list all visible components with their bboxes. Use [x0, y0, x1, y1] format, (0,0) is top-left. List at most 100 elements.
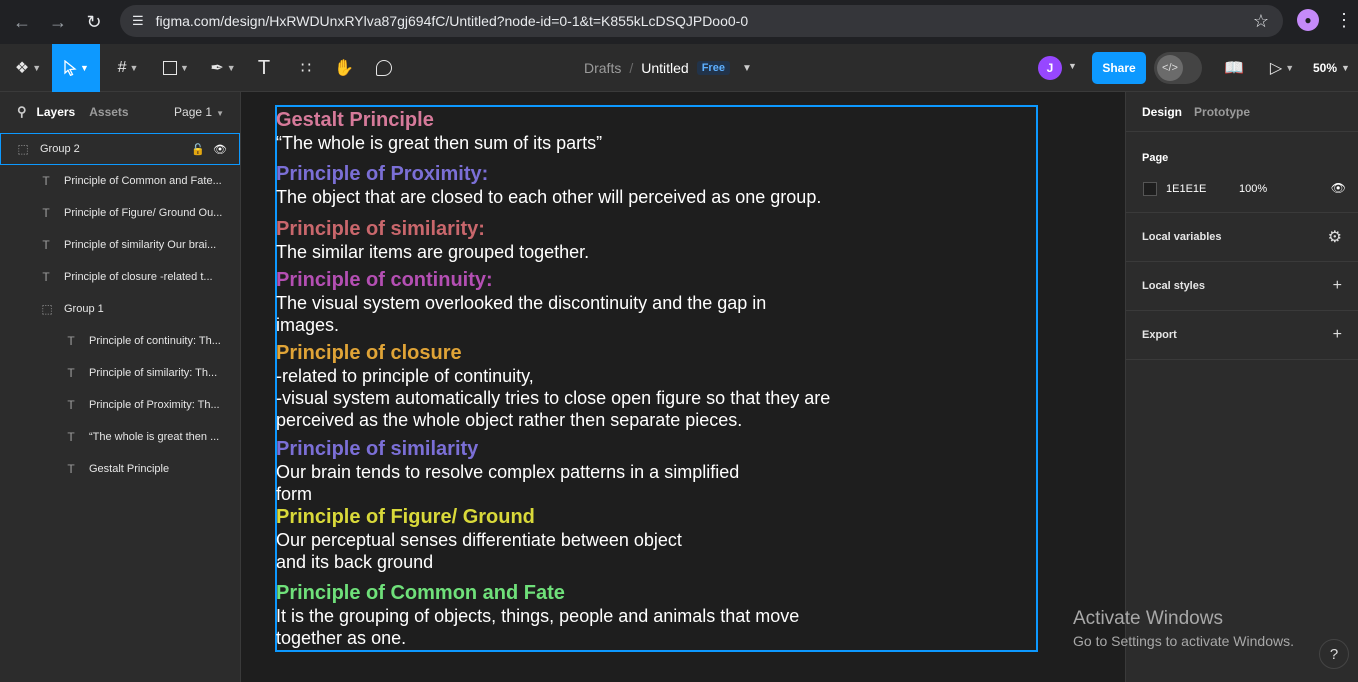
plus-icon[interactable]: +: [1333, 277, 1342, 295]
reload-icon[interactable]: ↻: [76, 4, 112, 40]
dev-mode-toggle[interactable]: </>: [1154, 52, 1202, 84]
cursor-icon: [64, 60, 77, 76]
canvas-text-content[interactable]: Gestalt Principle “The whole is great th…: [276, 108, 830, 649]
layer-row[interactable]: T Principle of Common and Fate...: [0, 165, 240, 197]
layer-row[interactable]: T Gestalt Principle: [0, 453, 240, 485]
browser-profile-avatar[interactable]: ●: [1297, 9, 1319, 31]
main-menu-button[interactable]: ❖ ▼: [8, 44, 48, 92]
layers-panel: ⚲ Layers Assets Page 1 ▼ ⬚ Group 2 🔓 👁 T P…: [0, 92, 241, 682]
pen-tool-button[interactable]: ✒ ▼: [204, 44, 242, 92]
plus-icon[interactable]: +: [1333, 326, 1342, 344]
text-layer-icon: T: [67, 462, 75, 476]
layer-name: “The whole is great then ...: [89, 431, 220, 443]
page-opacity[interactable]: 100%: [1239, 183, 1267, 195]
text-tool-button[interactable]: T: [252, 44, 276, 92]
local-variables-label: Local variables: [1142, 231, 1222, 243]
text-layer-icon: T: [67, 366, 75, 380]
layer-name: Principle of Common and Fate...: [64, 175, 222, 187]
layer-row[interactable]: T Principle of continuity: Th...: [0, 325, 240, 357]
file-title[interactable]: Untitled: [641, 60, 688, 76]
layer-name: Principle of Proximity: Th...: [89, 399, 220, 411]
page-color-swatch[interactable]: [1143, 182, 1157, 196]
tab-assets[interactable]: Assets: [89, 105, 128, 119]
site-settings-icon[interactable]: ☰: [132, 13, 144, 29]
canvas[interactable]: Gestalt Principle “The whole is great th…: [241, 92, 1125, 682]
local-styles-section[interactable]: Local styles +: [1126, 262, 1358, 311]
page-selector[interactable]: Page 1 ▼: [174, 105, 224, 119]
address-bar[interactable]: ☰ figma.com/design/HxRWDUnxRYlva87gj694f…: [120, 5, 1283, 37]
watermark-subtitle: Go to Settings to activate Windows.: [1073, 633, 1294, 649]
block-line: -related to principle of continuity,: [276, 366, 534, 386]
chevron-down-icon: ▼: [1341, 63, 1350, 73]
block-line: The visual system overlooked the discont…: [276, 293, 767, 313]
tab-prototype[interactable]: Prototype: [1194, 105, 1250, 119]
watermark-title: Activate Windows: [1073, 608, 1223, 629]
proximity-block[interactable]: Principle of Proximity: The object that …: [276, 162, 830, 208]
help-button[interactable]: ?: [1319, 639, 1349, 669]
file-menu-chevron-icon[interactable]: ▼: [742, 63, 752, 74]
layer-row[interactable]: ⬚ Group 1: [0, 293, 240, 325]
block-line: together as one.: [276, 628, 407, 648]
figure-ground-block[interactable]: Principle of Figure/ Ground Our perceptu…: [276, 505, 830, 573]
text-layer-icon: T: [42, 206, 50, 220]
layer-row[interactable]: T Principle of similarity: Th...: [0, 357, 240, 389]
browser-bar: ← → ↻ ☰ figma.com/design/HxRWDUnxRYlva87…: [0, 0, 1358, 44]
url-text[interactable]: figma.com/design/HxRWDUnxRYlva87gj694fC/…: [156, 13, 748, 29]
continuity-block[interactable]: Principle of continuity: The visual syst…: [276, 268, 830, 336]
block-heading: Principle of continuity:: [276, 269, 493, 291]
play-icon: ▷: [1269, 60, 1283, 77]
layer-row[interactable]: T Principle of Proximity: Th...: [0, 389, 240, 421]
resources-tool-button[interactable]: ∷: [292, 44, 320, 92]
layer-row[interactable]: T Principle of similarity Our brai...: [0, 229, 240, 261]
adjust-icon[interactable]: ⚙: [1328, 227, 1342, 247]
comment-tool-button[interactable]: [370, 44, 398, 92]
chevron-down-icon: ▼: [216, 109, 224, 118]
tab-layers[interactable]: Layers: [37, 105, 76, 119]
layer-row[interactable]: T “The whole is great then ...: [0, 421, 240, 453]
chevron-down-icon[interactable]: ▼: [1068, 61, 1077, 71]
block-heading: Principle of Proximity:: [276, 163, 489, 185]
zoom-control[interactable]: 50% ▼: [1313, 44, 1350, 92]
eye-icon[interactable]: 👁: [213, 143, 227, 156]
page-color-hex[interactable]: 1E1E1E: [1166, 183, 1206, 195]
block-line: It is the grouping of objects, things, p…: [276, 606, 800, 626]
block-heading: Gestalt Principle: [276, 109, 434, 131]
properties-panel: Design Prototype Page 1E1E1E 100% 👁 Loca…: [1125, 92, 1358, 682]
common-fate-block[interactable]: Principle of Common and Fate It is the g…: [276, 581, 830, 649]
forward-arrow-icon[interactable]: →: [40, 4, 76, 40]
layer-row[interactable]: T Principle of closure -related t...: [0, 261, 240, 293]
browser-menu-icon[interactable]: ⋮: [1335, 10, 1353, 30]
hand-tool-button[interactable]: ✋: [330, 44, 358, 92]
back-arrow-icon[interactable]: ←: [4, 4, 40, 40]
layer-row[interactable]: ⬚ Group 2 🔓 👁: [0, 133, 240, 165]
chevron-down-icon: ▼: [1285, 63, 1295, 73]
activate-windows-watermark: Activate Windows Go to Settings to activ…: [1073, 608, 1294, 649]
zoom-level[interactable]: 50%: [1313, 61, 1337, 75]
group-icon: ⬚: [17, 142, 29, 156]
lock-icon[interactable]: 🔓: [191, 143, 205, 156]
shape-tool-button[interactable]: ▼: [156, 44, 196, 92]
layer-row[interactable]: T Principle of Figure/ Ground Ou...: [0, 197, 240, 229]
frame-tool-button[interactable]: # ▼: [110, 44, 146, 92]
user-avatar[interactable]: J: [1038, 56, 1062, 80]
present-button[interactable]: ▷ ▼: [1264, 44, 1300, 92]
gestalt-block[interactable]: Gestalt Principle “The whole is great th…: [276, 108, 830, 154]
similarity-block-1[interactable]: Principle of similarity: The similar ite…: [276, 217, 830, 263]
local-variables-section[interactable]: Local variables ⚙: [1126, 213, 1358, 262]
move-tool-button[interactable]: ▼: [52, 44, 100, 92]
breadcrumb-drafts[interactable]: Drafts: [584, 60, 621, 76]
library-button[interactable]: 📖: [1222, 44, 1246, 92]
block-line: -visual system automatically tries to cl…: [276, 388, 831, 408]
breadcrumb: Drafts / Untitled Free ▼: [584, 44, 752, 92]
tab-design[interactable]: Design: [1142, 105, 1182, 119]
export-section[interactable]: Export +: [1126, 311, 1358, 360]
figma-logo-icon: ❖: [14, 60, 30, 77]
similarity-block-2[interactable]: Principle of similarity Our brain tends …: [276, 437, 830, 505]
resources-icon: ∷: [300, 60, 312, 77]
closure-block[interactable]: Principle of closure -related to princip…: [276, 341, 830, 431]
chevron-down-icon: ▼: [32, 63, 42, 73]
share-button[interactable]: Share: [1092, 52, 1146, 84]
eye-icon[interactable]: 👁: [1331, 181, 1346, 195]
bookmark-star-icon[interactable]: ☆: [1253, 11, 1269, 32]
search-icon[interactable]: ⚲: [17, 104, 27, 120]
